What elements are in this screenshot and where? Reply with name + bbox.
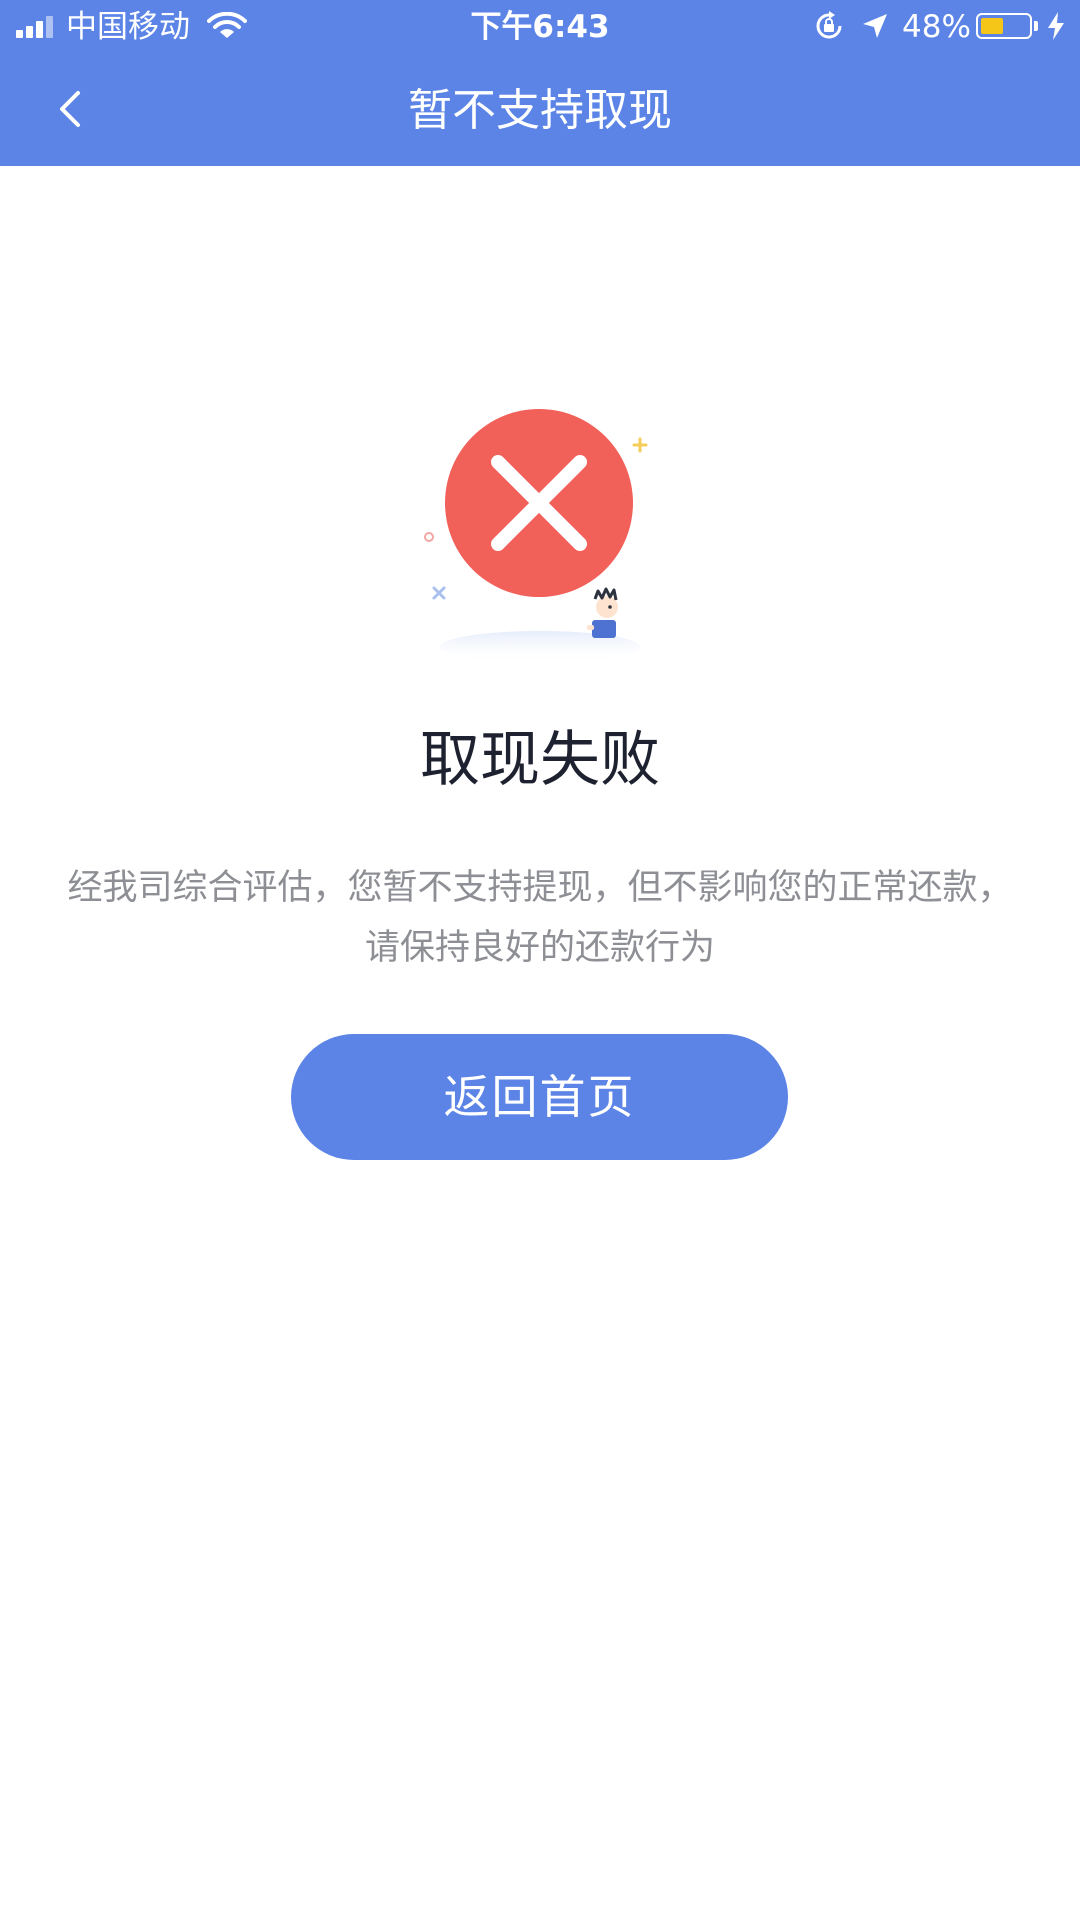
result-title: 取现失败 (420, 725, 660, 795)
battery-percent: 48% (902, 9, 971, 45)
chevron-left-icon[interactable] (40, 77, 104, 141)
nav-bar: 暂不支持取现 (0, 55, 1080, 166)
rotation-lock-icon (816, 11, 842, 39)
cartoon-character (587, 587, 618, 638)
error-x-icon (424, 409, 648, 663)
battery-icon (976, 13, 1032, 39)
battery-level (981, 18, 1003, 34)
app-header: 中国移动 下午6:43 48% 暂不支持取现 (0, 0, 1080, 166)
status-bar: 中国移动 下午6:43 48% (0, 0, 1080, 55)
description-line-1: 经我司综合评估，您暂不支持提现，但不影响您的正常还款， (67, 868, 1013, 908)
battery-cap (1034, 21, 1038, 31)
result-description: 经我司综合评估，您暂不支持提现，但不影响您的正常还款， 请保持良好的还款行为 (0, 858, 1080, 978)
location-icon (863, 14, 887, 38)
description-line-2: 请保持良好的还款行为 (364, 928, 715, 968)
page-title: 暂不支持取现 (408, 85, 672, 136)
back-to-home-button[interactable]: 返回首页 (291, 1034, 788, 1160)
charging-icon (1048, 12, 1064, 40)
